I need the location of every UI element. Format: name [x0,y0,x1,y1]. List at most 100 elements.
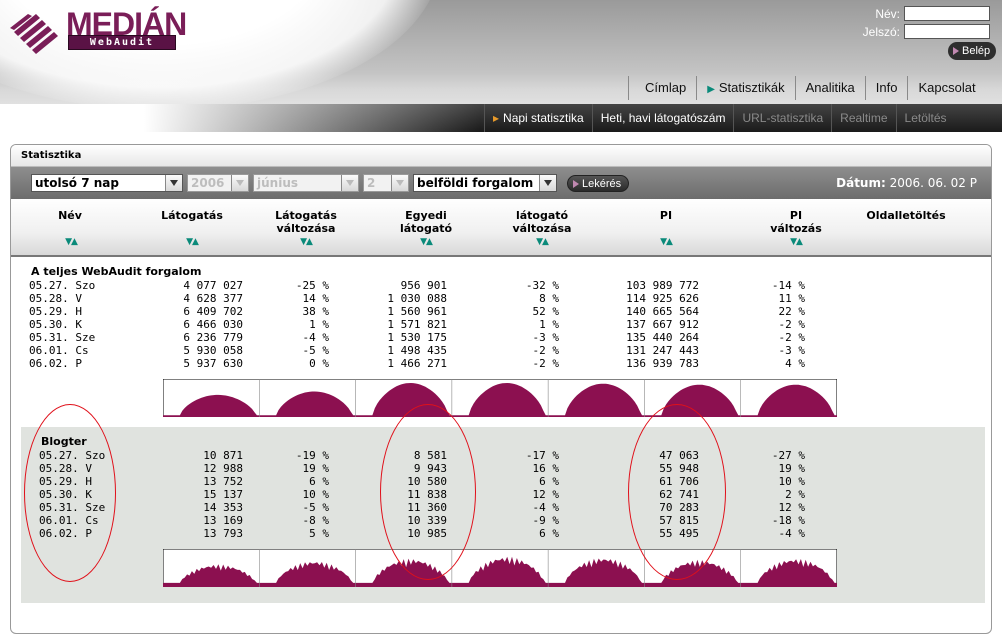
table-row[interactable]: 05.29. H 6 409 702 38 % 1 560 961 52 % 140 66… [21,305,985,318]
table-cell: -5 % [302,501,330,514]
col-header-pi-valtozas[interactable]: PI változás [741,209,851,235]
nav-item-info[interactable]: Info [864,76,908,100]
col-header-line1: látogató [515,209,569,222]
table-cell: 10 % [302,488,330,501]
block-title: A teljes WebAudit forgalom [31,265,202,278]
table-cell: 22 % [778,305,806,318]
query-button[interactable]: Lekérés [567,175,629,192]
table-cell: -2 % [532,344,560,357]
col-header-egyedi-latogato[interactable]: Egyedi látogató [371,209,481,235]
table-row[interactable]: 06.01. Cs 5 930 058 -5 % 1 498 435 -2 % 131 2… [21,344,985,357]
col-header-line1: PI [789,209,803,222]
chevron-down-icon [165,175,182,191]
table-cell: -14 % [771,279,805,292]
nav-item-analitika[interactable]: Analitika [794,76,865,100]
table-row[interactable]: 05.30. K 15 137 10 % 11 838 12 % 62 741 2 % [21,488,985,501]
table-cell: 05.28. V [29,292,82,305]
table-cell: 05.29. H [29,305,82,318]
table-cell: -32 % [525,279,559,292]
brand-sub: WebAudit [68,35,176,50]
col-header-line2: változása [276,222,336,235]
col-header-latogatas[interactable]: Látogatás [137,209,247,222]
login-password-input[interactable] [904,24,990,39]
period-select[interactable]: utolsó 7 nap [31,174,183,192]
subnav-url-statisztika[interactable]: URL-statisztika [733,104,831,132]
table-cell: 0 % [309,357,329,370]
table-row[interactable]: 06.02. P 13 793 5 % 10 985 6 % 55 495 -4 % [21,527,985,540]
table-cell: 13 752 [203,475,243,488]
month-select: június [253,174,359,192]
year-select: 2006 [187,174,249,192]
date-display: Dátum: 2006. 06. 02 P [836,176,977,190]
table-cell: 956 901 [400,279,447,292]
active-indicator-icon: ▶ [707,84,715,95]
col-header-line1: Oldalletöltés [866,209,946,222]
col-header-pi[interactable]: PI [611,209,721,222]
login-button[interactable]: Belép [948,42,996,60]
table-row[interactable]: 06.01. Cs 13 169 -8 % 10 339 -9 % 57 815 -18 % [21,514,985,527]
year-select-value: 2006 [191,176,225,190]
table-row[interactable]: 06.02. P 5 937 630 0 % 1 466 271 -2 % 136 939… [21,357,985,370]
col-header-nev[interactable]: Név [15,209,125,222]
table-row[interactable]: 05.30. K 6 466 030 1 % 1 571 821 1 % 137 667 … [21,318,985,331]
table-row[interactable]: 05.28. V 12 988 19 % 9 943 16 % 55 948 19 % [21,462,985,475]
table-cell: 1 466 271 [387,357,447,370]
subnav-heti-havi[interactable]: Heti, havi látogatószám [591,104,734,132]
table-cell: 4 077 027 [183,279,243,292]
table-cell: 114 925 626 [626,292,699,305]
table-cell: 38 % [302,305,330,318]
table-cell: 19 % [302,462,330,475]
table-cell: 19 % [778,462,806,475]
table-cell: 12 % [778,501,806,514]
login-password-label: Jelszó: [862,25,900,39]
filter-bar: utolsó 7 nap 2006 június 2 belföldi forg… [11,167,991,199]
brand-logo-icon [10,14,58,54]
traffic-sparkline [163,549,837,587]
scope-select[interactable]: belföldi forgalom [413,174,557,192]
table-row[interactable]: 05.31. Sze 14 353 -5 % 11 360 -4 % 70 283 12 % [21,501,985,514]
col-header-line2: változása [512,222,572,235]
sub-nav: Napi statisztika Heti, havi látogatószám… [484,104,955,132]
col-header-latogato-valtozasa[interactable]: látogató változása [487,209,597,235]
table-cell: 1 030 088 [387,292,447,305]
chevron-down-icon [341,175,358,191]
chevron-down-icon [391,175,408,191]
col-header-oldalletoltes[interactable]: Oldalletöltés [851,209,961,222]
col-header-latogatas-valtozasa[interactable]: Látogatás változása [251,209,361,235]
table-cell: 140 665 564 [626,305,699,318]
table-cell: -9 % [532,514,560,527]
table-cell: -4 % [532,501,560,514]
subnav-letoltes[interactable]: Letöltés [895,104,955,132]
arrow-right-icon [953,47,959,55]
login-button-label: Belép [962,45,991,57]
table-cell: 135 440 264 [626,331,699,344]
table-cell: -27 % [771,449,805,462]
table-cell: 52 % [532,305,560,318]
table-cell: 1 % [539,318,559,331]
date-value: 2006. 06. 02 P [889,176,977,190]
login-name-input[interactable] [904,6,990,21]
table-row[interactable]: 05.28. V 4 628 377 14 % 1 030 088 8 % 114 925… [21,292,985,305]
table-row[interactable]: 05.27. Szo 4 077 027 -25 % 956 901 -32 % 103 … [21,279,985,292]
day-select-value: 2 [367,176,376,190]
table-cell: 6 % [539,527,559,540]
table-cell: 1 % [309,318,329,331]
nav-item-statisztikak[interactable]: ▶ Statisztikák [696,76,794,100]
stats-panel: Statisztika utolsó 7 nap 2006 június 2 b… [10,144,992,634]
table-row[interactable]: 05.31. Sze 6 236 779 -4 % 1 530 175 -3 % 135 … [21,331,985,344]
nav-item-kapcsolat[interactable]: Kapcsolat [907,76,985,100]
subnav-realtime[interactable]: Realtime [831,104,895,132]
table-cell: 15 137 [203,488,243,501]
table-cell: -3 % [778,344,806,357]
table-row[interactable]: 05.29. H 13 752 6 % 10 580 6 % 61 706 10 % [21,475,985,488]
date-label: Dátum: [836,176,886,190]
table-cell: 11 % [778,292,806,305]
table-row[interactable]: 05.27. Szo 10 871 -19 % 8 581 -17 % 47 063 -27… [21,449,985,462]
col-header-line1: Név [58,209,82,222]
table-cell: -4 % [778,527,806,540]
table-cell: 1 560 961 [387,305,447,318]
nav-item-cimlap[interactable]: Címlap [628,76,696,100]
table-cell: 06.01. Cs [29,344,89,357]
subnav-napi-statisztika[interactable]: Napi statisztika [484,104,592,132]
table-cell: 14 353 [203,501,243,514]
